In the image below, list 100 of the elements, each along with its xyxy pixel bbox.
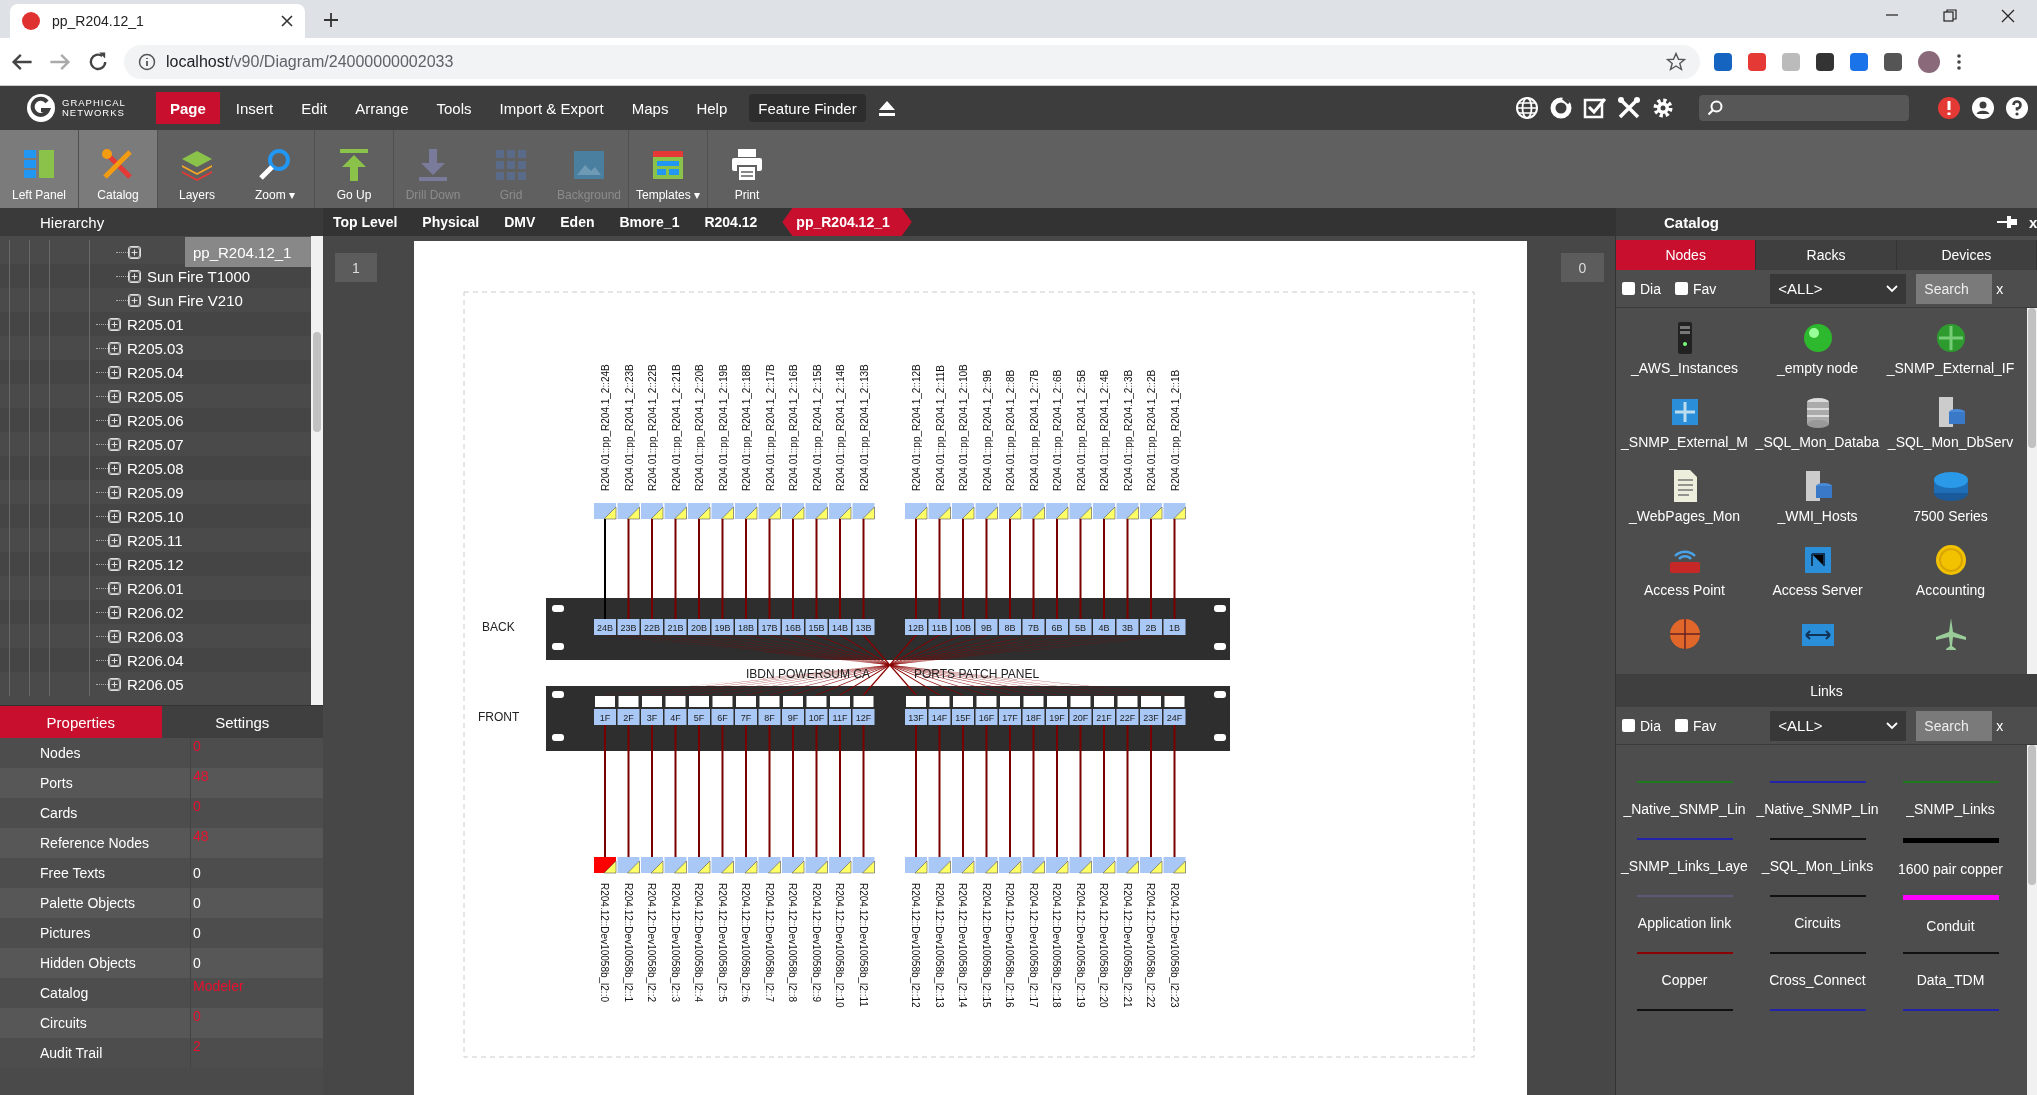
close-icon[interactable] <box>281 15 293 27</box>
tools-icon[interactable] <box>1617 96 1641 120</box>
catalog-tab[interactable]: Devices <box>1896 240 2037 270</box>
tree-item[interactable]: R206.04 <box>125 651 186 669</box>
tree-item[interactable]: R205.11 <box>125 531 185 549</box>
breadcrumb-item[interactable]: Eden <box>560 208 620 236</box>
patch-port[interactable] <box>905 709 927 725</box>
tree-item[interactable]: R206.01 <box>125 579 186 597</box>
patch-port[interactable] <box>735 619 757 635</box>
toolbar-button[interactable]: Zoom ▾ <box>236 130 314 208</box>
checkbox[interactable] <box>1622 719 1635 732</box>
patch-port[interactable] <box>1140 709 1162 725</box>
tree-item[interactable]: R205.05 <box>125 387 186 405</box>
scrollbar[interactable] <box>311 236 323 705</box>
checkbox[interactable] <box>1675 719 1688 732</box>
patch-port[interactable] <box>905 619 927 635</box>
patch-port[interactable] <box>664 619 687 635</box>
patch-port[interactable] <box>1140 619 1162 635</box>
patch-port[interactable] <box>805 709 828 725</box>
toolbar-button[interactable]: Templates ▾ <box>629 130 707 208</box>
breadcrumb-item[interactable]: pp_R204.12_1 <box>782 208 912 236</box>
scrollbar[interactable] <box>2027 308 2037 674</box>
node-type-label[interactable]: _SNMP_External_M <box>1621 434 1748 450</box>
extension-icon[interactable] <box>1714 52 1732 71</box>
ring-icon[interactable] <box>1549 96 1573 120</box>
browser-tab[interactable]: pp_R204.12_1 <box>10 4 305 38</box>
patch-port[interactable] <box>829 709 851 725</box>
close-icon[interactable] <box>2000 8 2016 24</box>
patch-port[interactable] <box>975 709 998 725</box>
breadcrumb-item[interactable]: DMV <box>504 208 561 236</box>
link-type-label[interactable]: Data_TDM <box>1916 972 1985 988</box>
page-number[interactable]: 1 <box>335 253 377 282</box>
expand-icon[interactable] <box>108 317 121 331</box>
menu-item[interactable]: Arrange <box>341 92 423 124</box>
patch-port[interactable] <box>852 709 875 725</box>
node-type-label[interactable]: _empty node <box>1777 360 1858 376</box>
patch-port[interactable] <box>594 709 616 725</box>
node-type-label[interactable]: _SQL_Mon_Databa <box>1755 434 1880 450</box>
patch-port[interactable] <box>952 709 974 725</box>
link-type-label[interactable]: _SQL_Mon_Links <box>1761 858 1874 874</box>
patch-port[interactable] <box>664 709 687 725</box>
patch-port[interactable] <box>975 619 998 635</box>
patch-port[interactable] <box>852 619 875 635</box>
patch-port[interactable] <box>1022 709 1045 725</box>
patch-port[interactable] <box>928 709 951 725</box>
patch-port[interactable] <box>688 709 710 725</box>
tree-item[interactable]: R205.09 <box>125 483 186 501</box>
star-icon[interactable] <box>1666 51 1686 72</box>
patch-port[interactable] <box>829 619 851 635</box>
patch-port[interactable] <box>1116 619 1139 635</box>
node-type-label[interactable]: Access Point <box>1644 582 1725 598</box>
expand-icon[interactable] <box>108 461 121 475</box>
patch-port[interactable] <box>758 709 781 725</box>
toolbar-button[interactable]: Left Panel <box>0 130 78 208</box>
link-type-label[interactable]: _Native_SNMP_Lin <box>1756 801 1879 817</box>
patch-port[interactable] <box>1046 709 1068 725</box>
patch-port[interactable] <box>1022 619 1045 635</box>
patch-port[interactable] <box>758 619 781 635</box>
patch-port[interactable] <box>641 619 663 635</box>
patch-port[interactable] <box>688 619 710 635</box>
filter-dropdown[interactable]: <ALL> <box>1770 273 1907 304</box>
patch-port[interactable] <box>928 619 951 635</box>
patch-port[interactable] <box>594 619 616 635</box>
expand-icon[interactable] <box>108 509 121 523</box>
eject-icon[interactable] <box>877 99 896 117</box>
breadcrumb-item[interactable]: Bmore_1 <box>619 208 705 236</box>
panel-tab[interactable]: Settings <box>161 706 323 738</box>
node-type-label[interactable]: Access Server <box>1772 582 1863 598</box>
expand-icon[interactable] <box>108 677 121 691</box>
search-field[interactable]: Search <box>1916 273 1993 304</box>
catalog-tab[interactable]: Racks <box>1756 240 1897 270</box>
link-type-label[interactable]: Circuits <box>1794 915 1841 931</box>
search-field[interactable]: Search <box>1916 710 1993 741</box>
new-tab-icon[interactable] <box>323 12 339 28</box>
tree-item[interactable]: R206.05 <box>125 675 186 693</box>
breadcrumb-item[interactable]: Top Level <box>333 208 423 236</box>
toolbar-button[interactable]: Go Up <box>315 130 393 208</box>
scrollbar[interactable] <box>2027 745 2037 1095</box>
patch-port[interactable] <box>711 709 734 725</box>
patch-port[interactable] <box>1069 709 1092 725</box>
patch-port[interactable] <box>999 709 1021 725</box>
menu-item[interactable]: Help <box>682 92 742 124</box>
checkbox[interactable] <box>1622 282 1635 295</box>
feature-finder-button[interactable]: Feature Finder <box>749 94 866 122</box>
patch-port[interactable] <box>1069 619 1092 635</box>
patch-port[interactable] <box>1093 619 1115 635</box>
patch-port[interactable] <box>1046 619 1068 635</box>
tree-item[interactable]: R205.10 <box>125 507 186 525</box>
tree-item[interactable]: R205.12 <box>125 555 186 573</box>
link-type-label[interactable]: Cross_Connect <box>1769 972 1866 988</box>
link-type-label[interactable]: _Native_SNMP_Lin <box>1623 801 1746 817</box>
node-type-label[interactable]: _AWS_Instances <box>1631 360 1738 376</box>
tree-item[interactable]: R206.03 <box>125 627 186 645</box>
node-type-label[interactable]: 7500 Series <box>1913 508 1988 524</box>
panel-tab[interactable]: Properties <box>0 706 162 738</box>
patch-port[interactable] <box>1093 709 1115 725</box>
expand-icon[interactable] <box>128 293 141 307</box>
expand-icon[interactable] <box>108 485 121 499</box>
close-button[interactable]: x <box>2029 213 2037 231</box>
clear-button[interactable]: x <box>1996 280 2004 297</box>
